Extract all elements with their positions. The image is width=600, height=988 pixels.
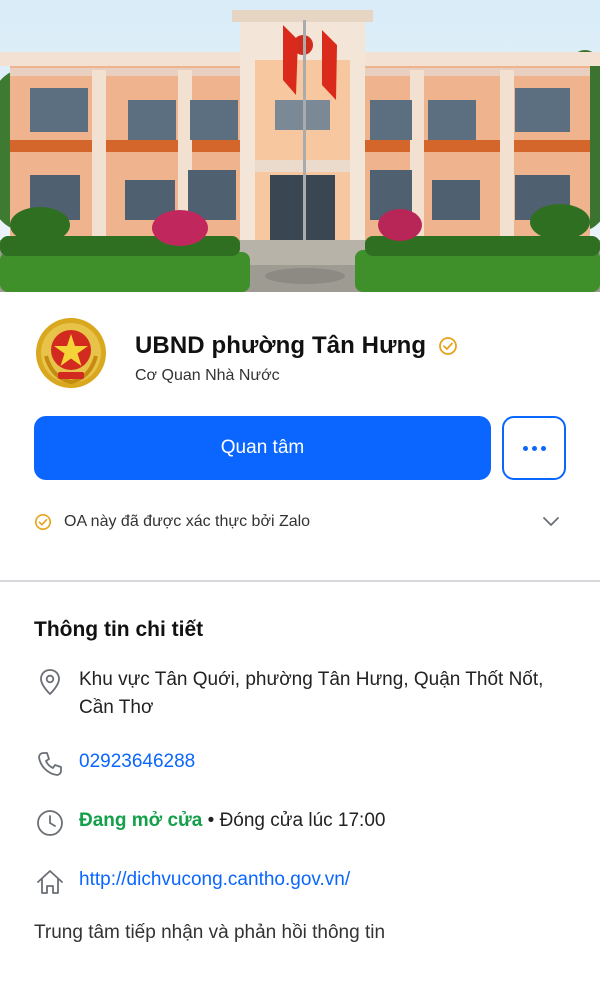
- address-text: Khu vực Tân Quới, phường Tân Hưng, Quận …: [79, 666, 543, 722]
- clock-icon: [34, 807, 66, 839]
- hours-text: Đang mở cửa • Đóng cửa lúc 17:00: [79, 807, 385, 839]
- verified-check-icon: [34, 513, 52, 531]
- address-line-2: Cần Thơ: [79, 697, 154, 718]
- verification-row[interactable]: OA này đã được xác thực bởi Zalo: [34, 510, 566, 534]
- phone-row[interactable]: 02923646288: [34, 748, 195, 780]
- profile-header: UBND phường Tân Hưng Cơ Quan Nhà Nước Qu…: [0, 292, 600, 580]
- profile-name: UBND phường Tân Hưng: [135, 332, 427, 359]
- more-dots-icon: [531, 445, 537, 451]
- follow-button[interactable]: Quan tâm: [34, 416, 491, 480]
- hours-row: Đang mở cửa • Đóng cửa lúc 17:00: [34, 807, 385, 839]
- details-section: Thông tin chi tiết Khu vực Tân Quới, phư…: [0, 582, 600, 988]
- status-separator: •: [202, 810, 220, 831]
- verified-check-icon: [438, 336, 458, 356]
- description-text: Trung tâm tiếp nhận và phản hồi thông ti…: [34, 922, 386, 943]
- chevron-down-icon[interactable]: [542, 512, 560, 530]
- cover-photo: [0, 0, 600, 292]
- website-row[interactable]: http://dichvucong.cantho.gov.vn/: [34, 866, 350, 898]
- address-line-1: Khu vực Tân Quới, phường Tân Hưng, Quận …: [79, 669, 544, 690]
- profile-category: Cơ Quan Nhà Nước: [135, 367, 280, 384]
- home-icon: [34, 866, 66, 898]
- details-title: Thông tin chi tiết: [34, 618, 204, 641]
- phone-icon: [34, 748, 66, 780]
- follow-button-label: Quan tâm: [220, 437, 305, 458]
- closing-time: Đóng cửa lúc 17:00: [219, 810, 386, 831]
- website-link[interactable]: http://dichvucong.cantho.gov.vn/: [79, 866, 350, 898]
- verification-text: OA này đã được xác thực bởi Zalo: [64, 513, 311, 530]
- location-pin-icon: [34, 666, 66, 698]
- more-dots-icon: [522, 445, 528, 451]
- phone-link[interactable]: 02923646288: [79, 748, 195, 780]
- national-emblem-icon: [34, 316, 108, 390]
- more-options-button[interactable]: [502, 416, 566, 480]
- open-status: Đang mở cửa: [79, 810, 203, 831]
- profile-name-row: UBND phường Tân Hưng: [135, 332, 458, 360]
- more-dots-icon: [540, 445, 546, 451]
- address-row[interactable]: Khu vực Tân Quới, phường Tân Hưng, Quận …: [34, 666, 543, 722]
